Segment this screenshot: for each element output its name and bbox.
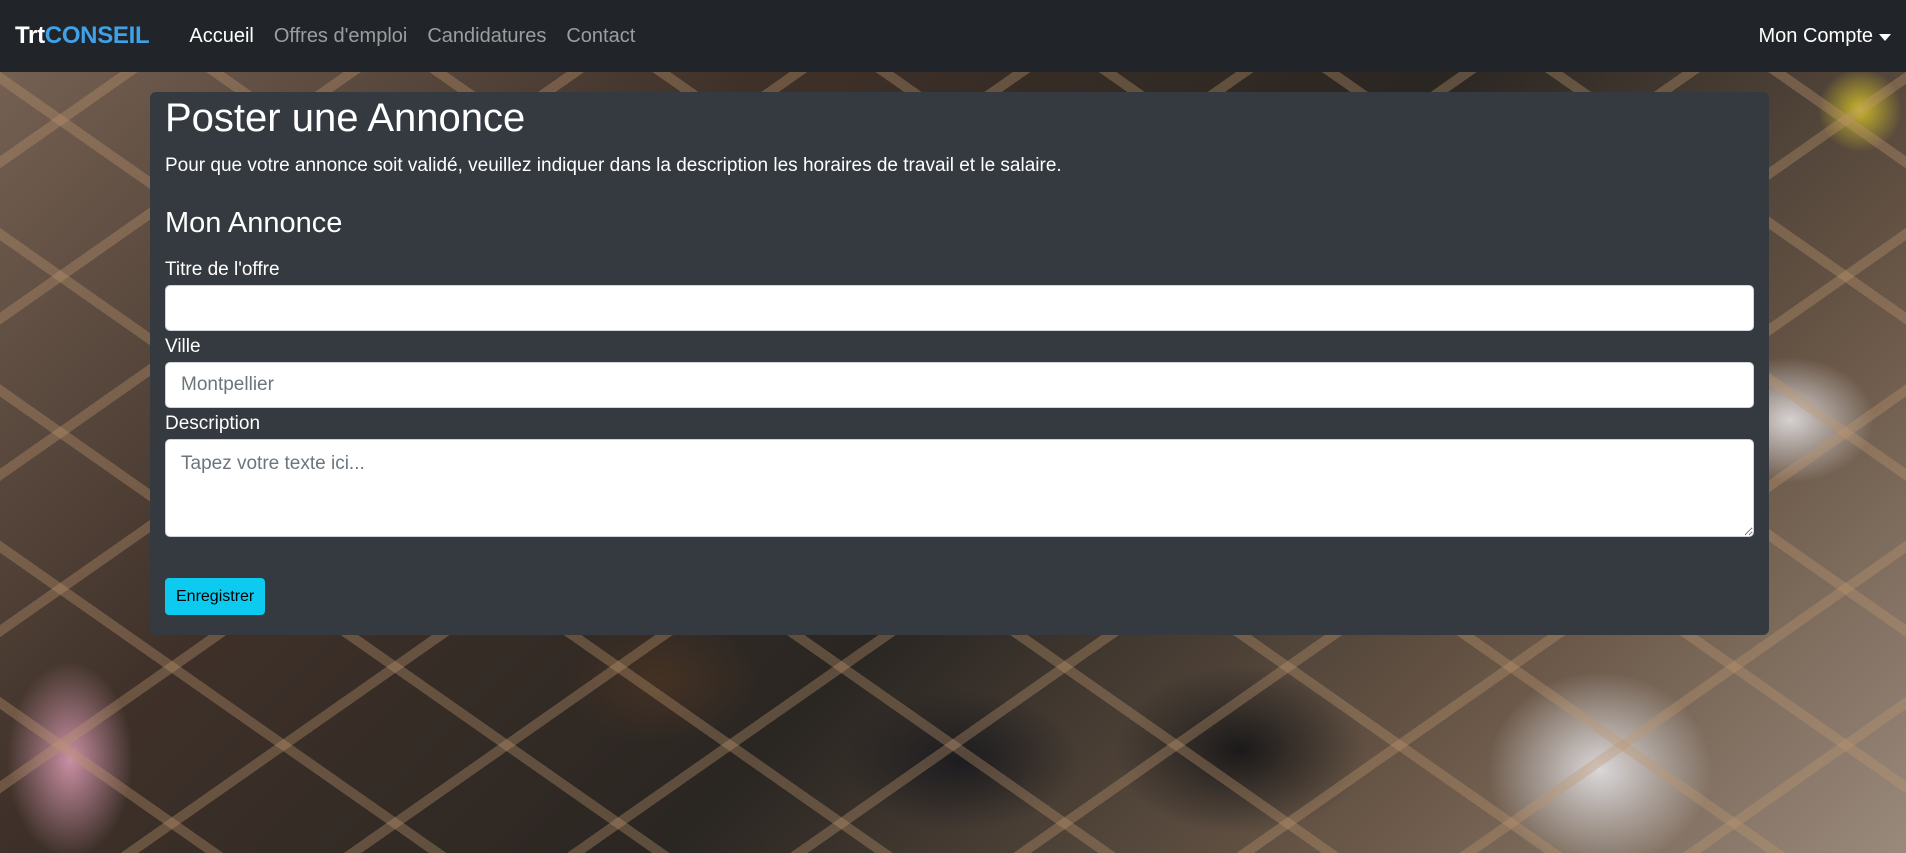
account-dropdown[interactable]: Mon Compte [1758,24,1891,48]
top-navbar: TrtCONSEIL Accueil Offres d'emploi Candi… [0,0,1906,72]
job-title-label: Titre de l'offre [165,259,280,280]
save-button[interactable]: Enregistrer [165,578,266,615]
description-label: Description [165,413,261,434]
city-label: Ville [165,336,201,357]
job-title-input[interactable] [165,285,1754,331]
caret-down-icon [1879,33,1891,41]
city-input[interactable] [165,362,1754,408]
post-job-card: Poster une Annonce Pour que votre annonc… [150,92,1769,635]
nav-link-candidatures[interactable]: Candidatures [417,25,556,48]
page-title: Poster une Annonce [165,96,526,140]
nav-links: Accueil Offres d'emploi Candidatures Con… [179,25,645,48]
section-title: Mon Annonce [165,207,343,239]
brand-text-conseil: CONSEIL [44,22,150,49]
nav-link-accueil[interactable]: Accueil [179,25,263,48]
description-textarea[interactable] [165,439,1754,537]
nav-link-offres-emploi[interactable]: Offres d'emploi [264,25,418,48]
account-label: Mon Compte [1758,24,1874,47]
intro-text: Pour que votre annonce soit validé, veui… [165,155,1062,176]
nav-link-contact[interactable]: Contact [556,25,645,48]
brand-logo[interactable]: TrtCONSEIL [15,22,150,50]
brand-text-trt: Trt [15,22,45,49]
